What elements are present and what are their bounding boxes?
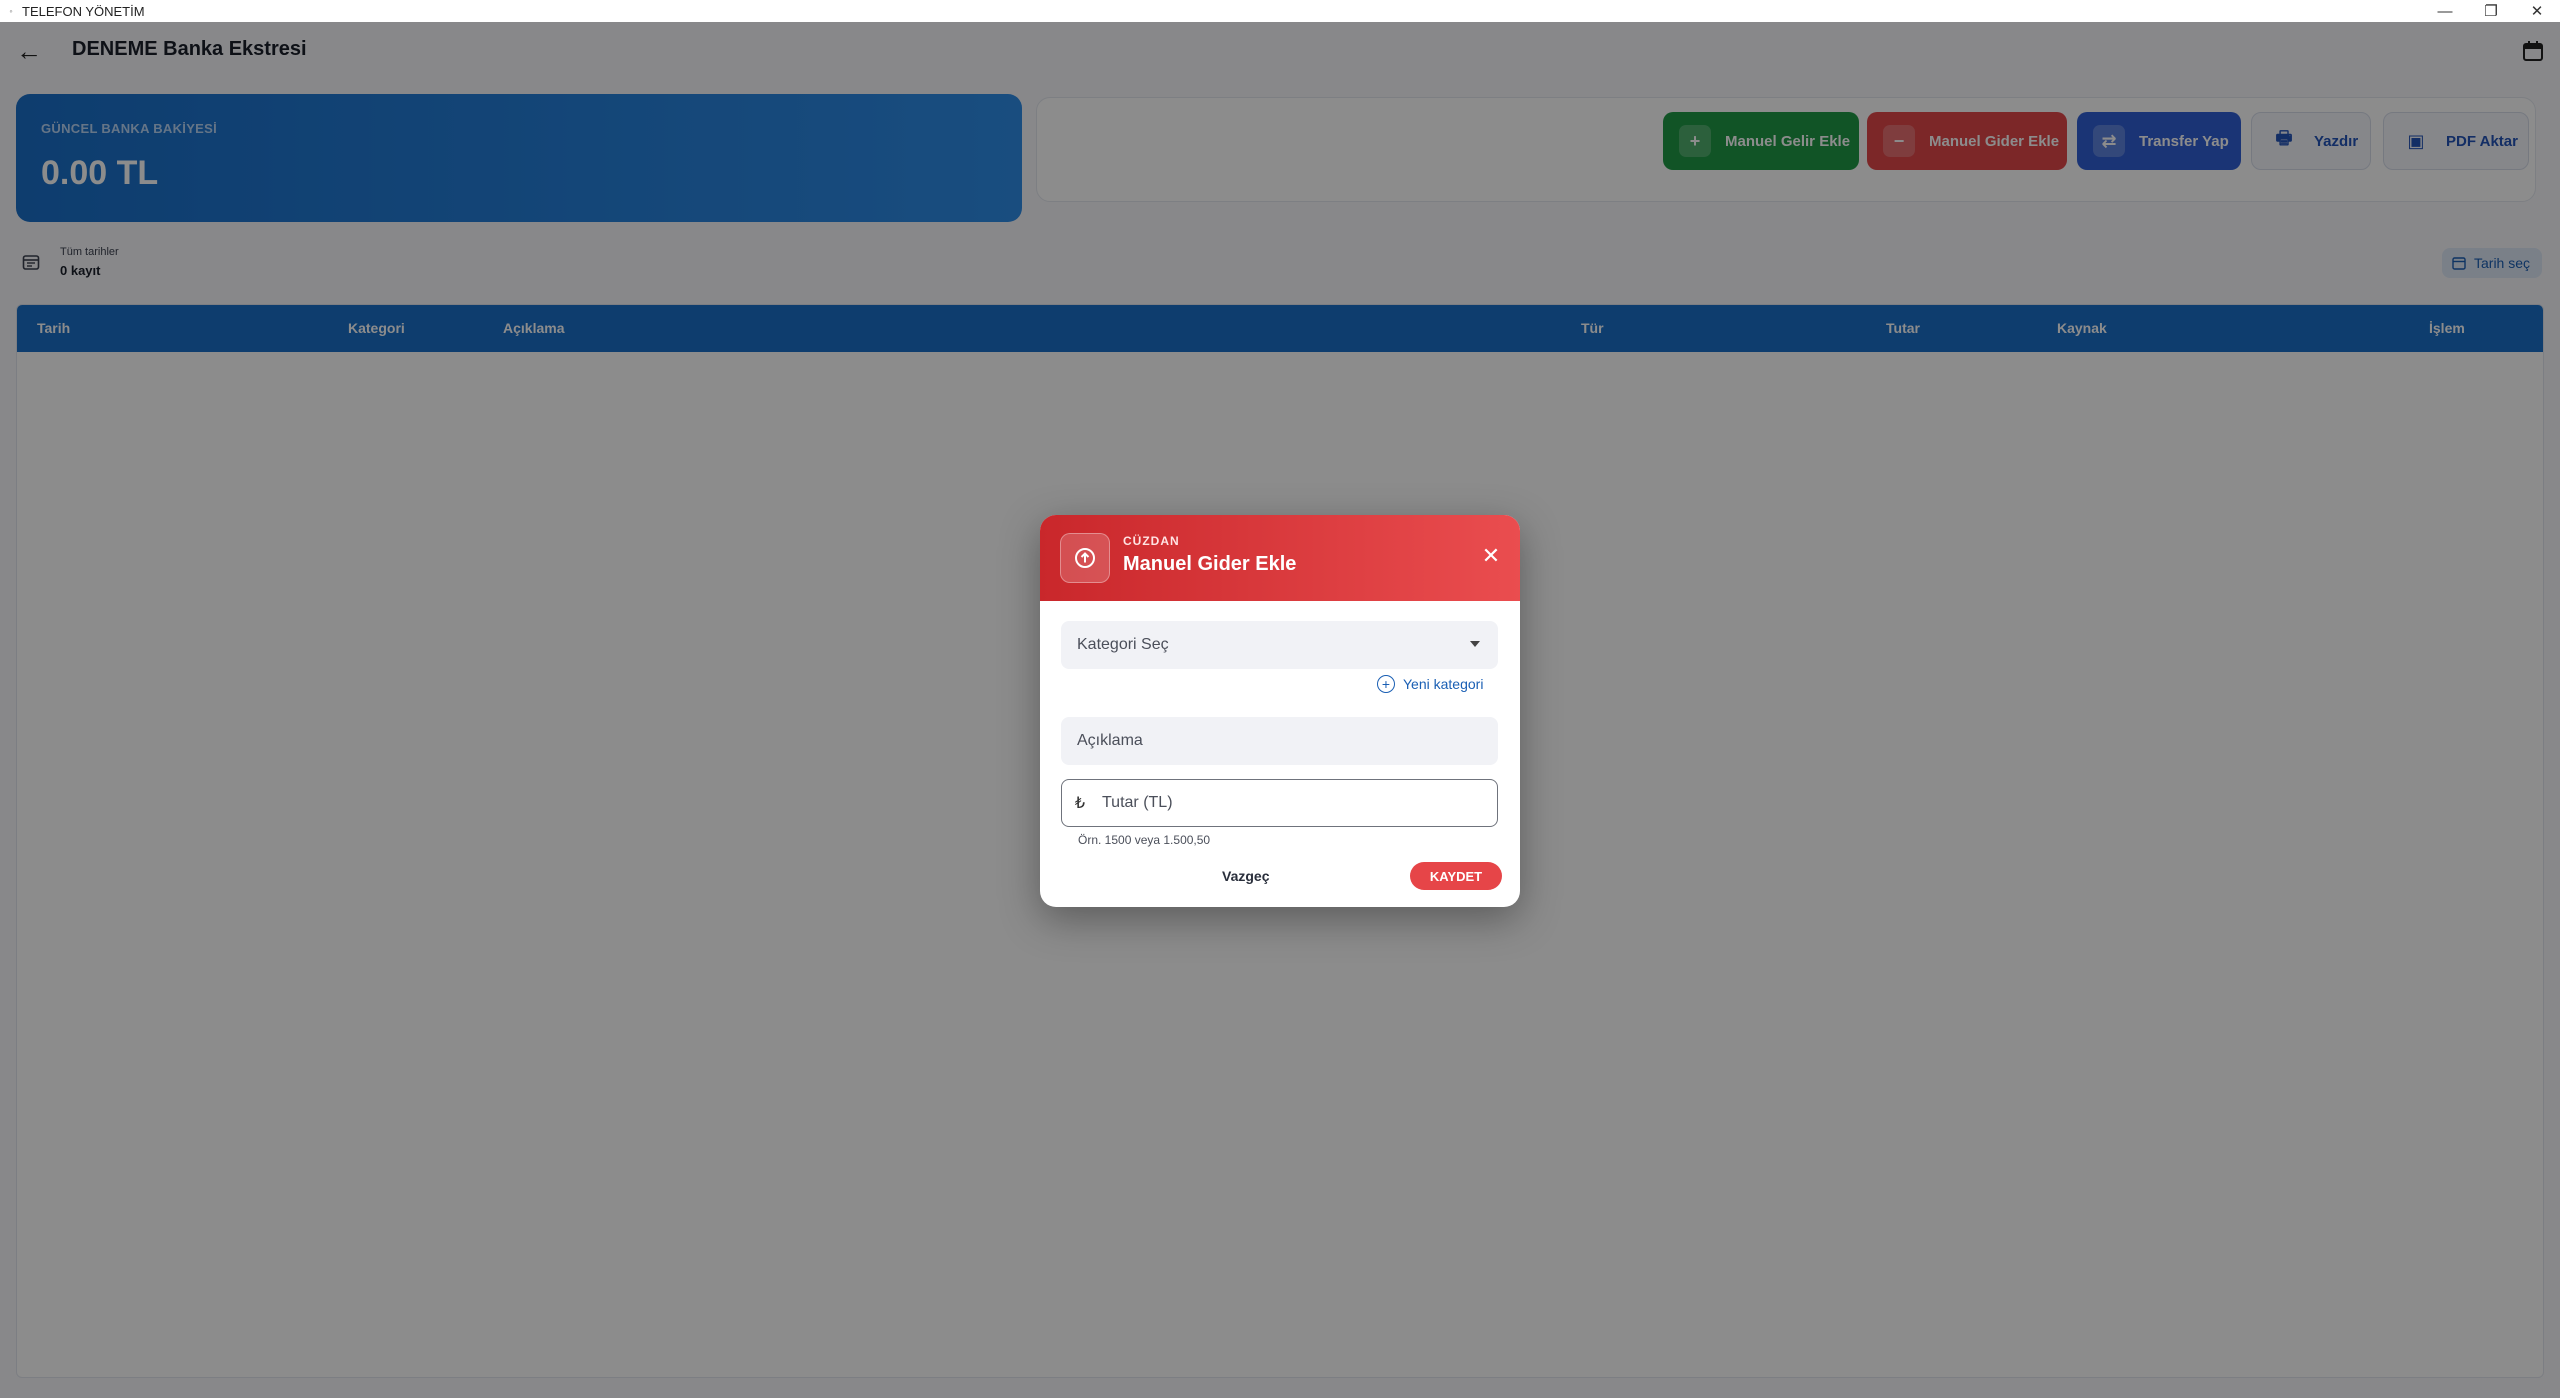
minimize-button[interactable]: —	[2422, 0, 2468, 22]
amount-field[interactable]: ₺	[1061, 779, 1498, 827]
lira-icon: ₺	[1074, 795, 1086, 812]
dialog-eyebrow: CÜZDAN	[1123, 534, 1180, 548]
dialog-header: CÜZDAN Manuel Gider Ekle ✕	[1040, 515, 1520, 601]
category-select[interactable]: Kategori Seç	[1061, 621, 1498, 669]
restore-button[interactable]: ❐	[2468, 0, 2514, 22]
new-category-label: Yeni kategori	[1403, 676, 1484, 692]
amount-hint: Örn. 1500 veya 1.500,50	[1078, 833, 1211, 847]
description-placeholder: Açıklama	[1077, 732, 1143, 749]
amount-input[interactable]	[1102, 794, 1482, 812]
app-icon: ◦	[9, 6, 13, 16]
dialog-title: Manuel Gider Ekle	[1123, 553, 1297, 575]
dialog-close-button[interactable]: ✕	[1476, 541, 1506, 571]
arrow-up-circle-icon	[1075, 548, 1095, 568]
dialog-icon-box	[1060, 533, 1110, 583]
category-select-placeholder: Kategori Seç	[1077, 636, 1169, 653]
close-window-button[interactable]: ✕	[2514, 0, 2560, 22]
new-category-button[interactable]: + Yeni kategori	[1377, 675, 1483, 693]
description-input[interactable]: Açıklama	[1061, 717, 1498, 765]
close-icon: ✕	[1481, 543, 1501, 568]
cancel-button[interactable]: Vazgeç	[1222, 863, 1269, 889]
window-title: TELEFON YÖNETİM	[22, 3, 145, 19]
window-titlebar: ◦ TELEFON YÖNETİM — ❐ ✕	[0, 0, 2560, 22]
plus-circle-icon: +	[1377, 675, 1395, 693]
add-expense-dialog: CÜZDAN Manuel Gider Ekle ✕ Kategori Seç …	[1040, 515, 1520, 907]
dropdown-arrow-icon	[1470, 641, 1480, 647]
save-button[interactable]: KAYDET	[1410, 862, 1502, 890]
